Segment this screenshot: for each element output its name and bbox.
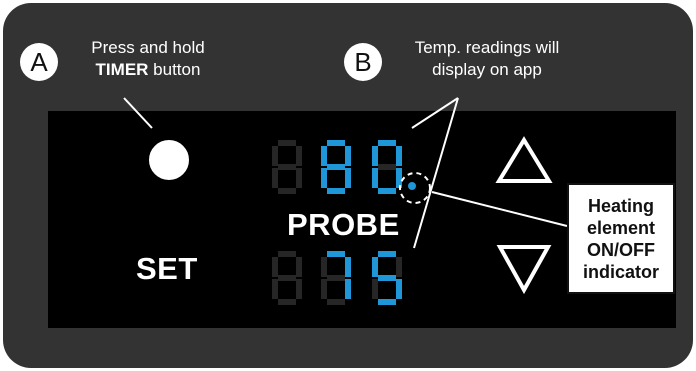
segment-c [296,279,302,299]
segment-c [396,279,402,299]
segment-g [278,164,296,170]
segment-d [378,188,396,194]
segment-g [278,275,296,281]
timer-word: TIMER [95,60,149,79]
segment-g [378,275,396,281]
callout-b-text: Temp. readings will display on app [382,37,592,81]
segment-d [378,299,396,305]
segment-b [396,257,402,277]
heating-line4: indicator [582,261,659,282]
segment-c [345,279,351,299]
heating-line1: Heating [587,195,654,216]
callout-a-text: Press and hold TIMER button [64,37,232,81]
segment-a [327,140,345,146]
segment-e [272,168,278,188]
callout-b-line1: Temp. readings will [414,38,560,57]
segment-d [278,299,296,305]
segment-b [296,257,302,277]
callout-b-line2: display on app [432,60,542,79]
segment-a [378,251,396,257]
segment-f [372,146,378,166]
callout-a-line1: Press and hold [91,38,205,57]
svg-text:A: A [30,47,48,77]
segment-e [372,168,378,188]
segment-f [321,257,327,277]
segment-g [327,275,345,281]
segment-g [327,164,345,170]
segment-c [345,168,351,188]
segment-e [321,168,327,188]
segment-f [372,257,378,277]
segment-b [296,146,302,166]
segment-b [396,146,402,166]
timer-pie-icon[interactable] [149,140,189,180]
segment-a [278,140,296,146]
segment-c [396,168,402,188]
heating-line2: element [586,217,656,238]
probe-label: PROBE [287,207,400,242]
callout-a-badge: A [20,43,58,81]
segment-e [321,279,327,299]
segment-a [278,251,296,257]
segment-f [321,146,327,166]
segment-e [372,279,378,299]
segment-g [378,164,396,170]
callout-b-badge: B [344,43,382,81]
callout-a-line2: TIMER button [64,59,232,81]
segment-d [327,188,345,194]
segment-b [345,257,351,277]
heating-indicator-label: Heating element ON/OFF indicator [567,183,675,294]
segment-f [272,146,278,166]
svg-text:B: B [354,47,371,77]
segment-a [327,251,345,257]
segment-d [278,188,296,194]
segment-e [272,279,278,299]
button-word: button [148,60,201,79]
segment-d [327,299,345,305]
segment-f [272,257,278,277]
heating-line3: ON/OFF [587,239,655,260]
segment-c [296,168,302,188]
segment-a [378,140,396,146]
segment-b [345,146,351,166]
set-label: SET [136,251,198,286]
